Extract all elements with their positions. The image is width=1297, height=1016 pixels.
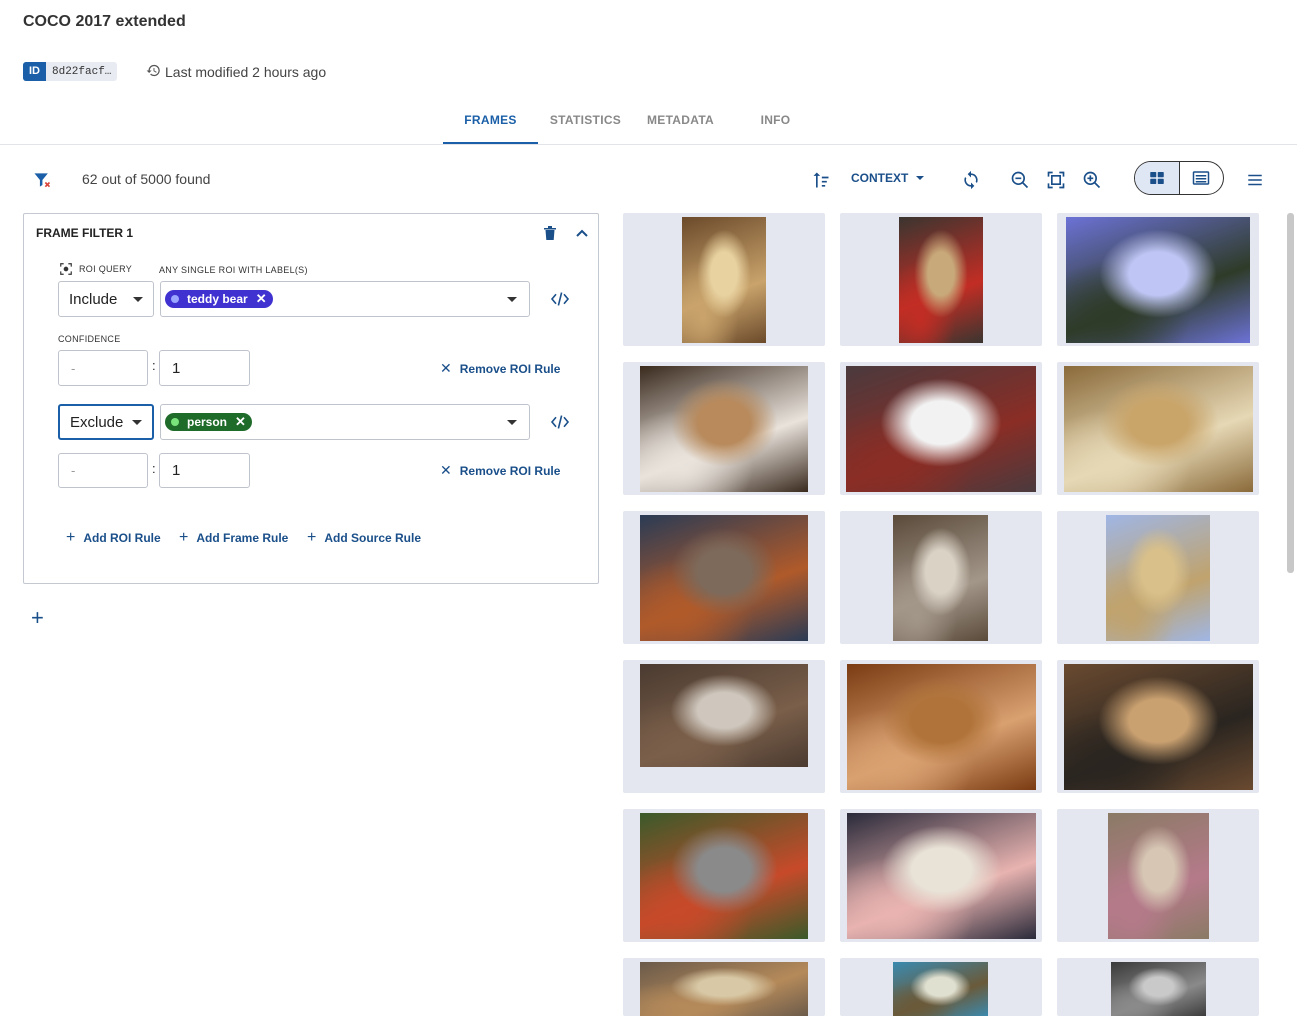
- frame-thumbnail-card[interactable]: [840, 213, 1042, 346]
- frame-image: [640, 515, 808, 641]
- frame-image: [899, 217, 983, 343]
- frame-image: [1066, 217, 1250, 343]
- frame-thumbnail-card[interactable]: [840, 660, 1042, 793]
- frame-image: [893, 962, 988, 1016]
- frame-thumbnail-card[interactable]: [623, 660, 825, 793]
- frame-image: [640, 366, 808, 492]
- frame-thumbnail-card[interactable]: [623, 958, 825, 1016]
- frame-thumbnail-card[interactable]: [840, 362, 1042, 495]
- frame-thumbnail-card[interactable]: [840, 958, 1042, 1016]
- frame-image: [1111, 962, 1206, 1016]
- frame-image: [893, 515, 988, 641]
- frame-thumbnail-card[interactable]: [1057, 362, 1259, 495]
- frame-image: [846, 366, 1036, 492]
- frame-image: [1106, 515, 1210, 641]
- frame-thumbnail-card[interactable]: [1057, 809, 1259, 942]
- frame-thumbnail-card[interactable]: [1057, 660, 1259, 793]
- frame-thumbnail-card[interactable]: [1057, 958, 1259, 1016]
- frame-thumbnail-card[interactable]: [1057, 511, 1259, 644]
- frame-thumbnail-card[interactable]: [840, 511, 1042, 644]
- frame-image: [640, 962, 808, 1016]
- frame-image: [847, 664, 1036, 790]
- frame-image: [682, 217, 766, 343]
- frame-image: [1108, 813, 1209, 939]
- frame-thumbnail-card[interactable]: [1057, 213, 1259, 346]
- frame-thumbnail-card[interactable]: [840, 809, 1042, 942]
- frames-grid: [0, 0, 1297, 1016]
- frame-thumbnail-card[interactable]: [623, 809, 825, 942]
- scrollbar[interactable]: [1287, 213, 1294, 573]
- frame-image: [847, 813, 1036, 939]
- frame-image: [1064, 664, 1253, 790]
- frame-thumbnail-card[interactable]: [623, 511, 825, 644]
- frame-image: [1064, 366, 1253, 492]
- frame-image: [640, 813, 808, 939]
- frame-thumbnail-card[interactable]: [623, 362, 825, 495]
- frame-image: [640, 664, 808, 767]
- frame-thumbnail-card[interactable]: [623, 213, 825, 346]
